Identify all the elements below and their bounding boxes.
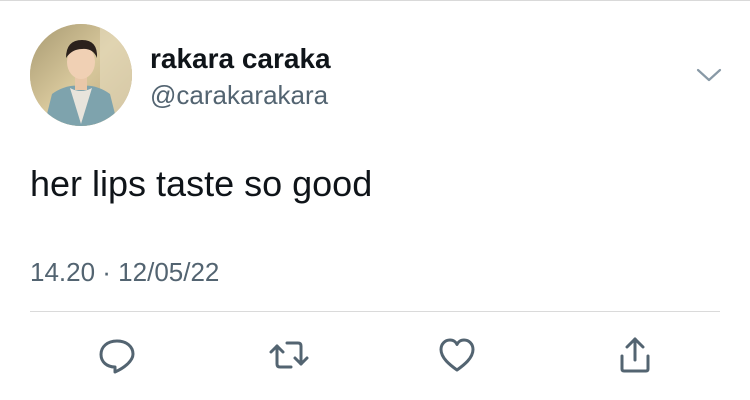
tweet-text: her lips taste so good [30,163,373,204]
chevron-down-icon [696,68,722,82]
share-button[interactable] [610,330,660,380]
tweet-actions-bar [0,330,750,380]
heart-icon [439,338,475,372]
reply-icon [99,339,135,374]
avatar[interactable] [30,24,132,126]
share-icon [620,337,650,373]
tweet-card: rakara caraka @carakarakara her lips tas… [0,0,750,400]
retweet-button[interactable] [264,330,314,380]
like-button[interactable] [432,330,482,380]
retweet-icon [269,341,309,369]
tweet-timestamp[interactable]: 14.20 · 12/05/22 [30,256,219,288]
author-display-name[interactable]: rakara caraka [150,42,331,76]
author-handle[interactable]: @carakarakara [150,79,328,111]
reply-button[interactable] [92,330,142,380]
actions-divider [30,311,720,312]
avatar-photo [30,24,132,126]
more-options-button[interactable] [690,58,728,92]
